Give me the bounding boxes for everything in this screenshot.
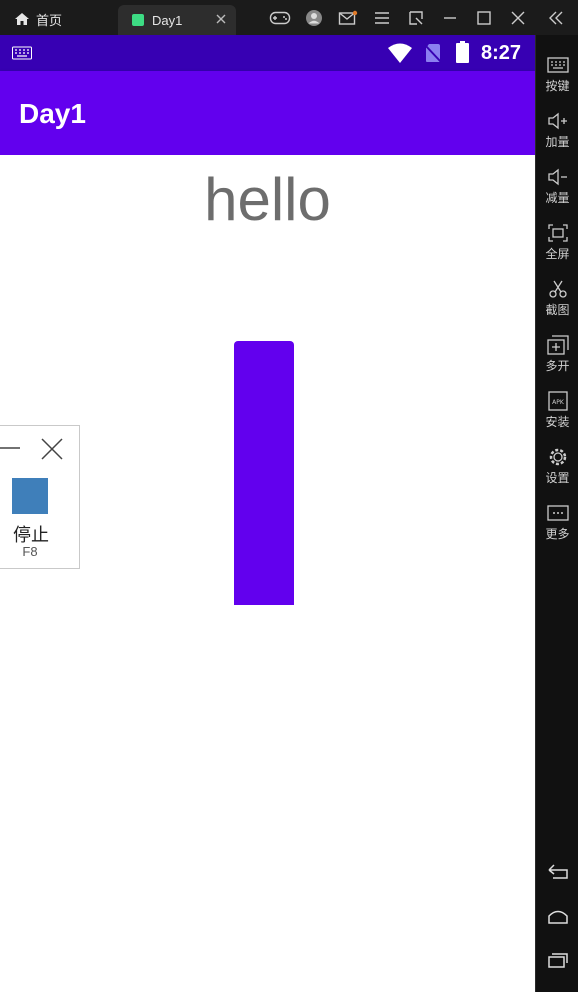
- sidebar-item-settings[interactable]: 设置: [536, 441, 578, 497]
- fullscreen-icon: [547, 224, 568, 242]
- battery-icon: [456, 41, 469, 63]
- collapse-sidebar-icon[interactable]: [539, 0, 573, 35]
- sidebar-item-fullscreen[interactable]: 全屏: [536, 217, 578, 273]
- keyboard-icon: [546, 57, 569, 73]
- app-tab[interactable]: Day1: [118, 5, 236, 35]
- app-title: Day1: [19, 98, 86, 129]
- status-time: 8:27: [481, 42, 522, 64]
- home-tab-label: 首页: [36, 12, 63, 28]
- home-button[interactable]: [536, 902, 578, 932]
- menu-icon[interactable]: [365, 0, 399, 35]
- volume-down-icon: [547, 168, 567, 186]
- gear-icon: [549, 448, 566, 466]
- app-bar: Day1: [0, 71, 535, 155]
- keyboard-notification-icon: [12, 46, 32, 60]
- home-nav-icon: [547, 910, 568, 924]
- stop-panel: 停止 F8: [0, 425, 80, 569]
- sidebar-item-label: 加量: [545, 135, 570, 149]
- emulator-titlebar: 首页 Day1: [0, 0, 578, 35]
- minimize-window-icon[interactable]: [433, 0, 467, 35]
- maximize-window-icon[interactable]: [467, 0, 501, 35]
- sidebar-item-install[interactable]: APK 安装: [536, 385, 578, 441]
- hello-text: hello: [204, 166, 331, 233]
- more-icon: [546, 505, 569, 521]
- apk-install-icon: APK: [547, 391, 568, 411]
- close-panel-icon[interactable]: [40, 438, 64, 460]
- multi-instance-icon: [546, 335, 569, 355]
- sidebar-item-label: 多开: [545, 359, 570, 373]
- mail-icon[interactable]: [331, 0, 365, 35]
- android-status-bar: 8:27: [0, 35, 535, 71]
- recents-button[interactable]: [536, 945, 578, 975]
- sidebar-item-label: 设置: [545, 471, 570, 485]
- close-tab-icon[interactable]: [214, 12, 228, 26]
- sidebar-item-volume-up[interactable]: 加量: [536, 105, 578, 161]
- sidebar-item-label: 按键: [545, 79, 570, 93]
- minimize-panel-icon[interactable]: [0, 438, 22, 458]
- back-button[interactable]: [536, 857, 578, 887]
- home-tab[interactable]: 首页: [0, 6, 110, 32]
- sidebar-item-multi-instance[interactable]: 多开: [536, 329, 578, 385]
- recents-icon: [547, 953, 568, 968]
- volume-up-icon: [547, 112, 567, 130]
- popout-icon[interactable]: [399, 0, 433, 35]
- svg-text:APK: APK: [552, 399, 565, 406]
- gamepad-icon[interactable]: [263, 0, 297, 35]
- sidebar-item-keys[interactable]: 按键: [536, 49, 578, 105]
- sidebar-item-more[interactable]: 更多: [536, 497, 578, 553]
- app-content: hello: [0, 155, 535, 992]
- sidebar-item-label: 减量: [545, 191, 570, 205]
- scissors-icon: [548, 280, 567, 298]
- sidebar-item-label: 更多: [545, 527, 570, 541]
- sidebar-item-label: 截图: [545, 303, 570, 317]
- no-sim-icon: [424, 44, 442, 63]
- sidebar-item-label: 安装: [545, 415, 570, 429]
- stop-button[interactable]: [12, 478, 48, 514]
- stop-shortcut: F8: [22, 544, 38, 559]
- sidebar-item-volume-down[interactable]: 减量: [536, 161, 578, 217]
- android-app-icon: [132, 14, 144, 26]
- back-icon: [547, 864, 568, 879]
- home-icon: [15, 13, 29, 25]
- close-window-icon[interactable]: [501, 0, 535, 35]
- wifi-icon: [388, 43, 412, 63]
- purple-bar-view: [234, 341, 294, 605]
- sidebar-item-screenshot[interactable]: 截图: [536, 273, 578, 329]
- sidebar-item-label: 全屏: [545, 247, 570, 261]
- app-tab-label: Day1: [152, 12, 183, 28]
- emulator-sidebar: 按键 加量 减量 全屏 截图 多开 APK 安装 设置 更多: [535, 35, 578, 992]
- user-avatar-icon[interactable]: [297, 0, 331, 35]
